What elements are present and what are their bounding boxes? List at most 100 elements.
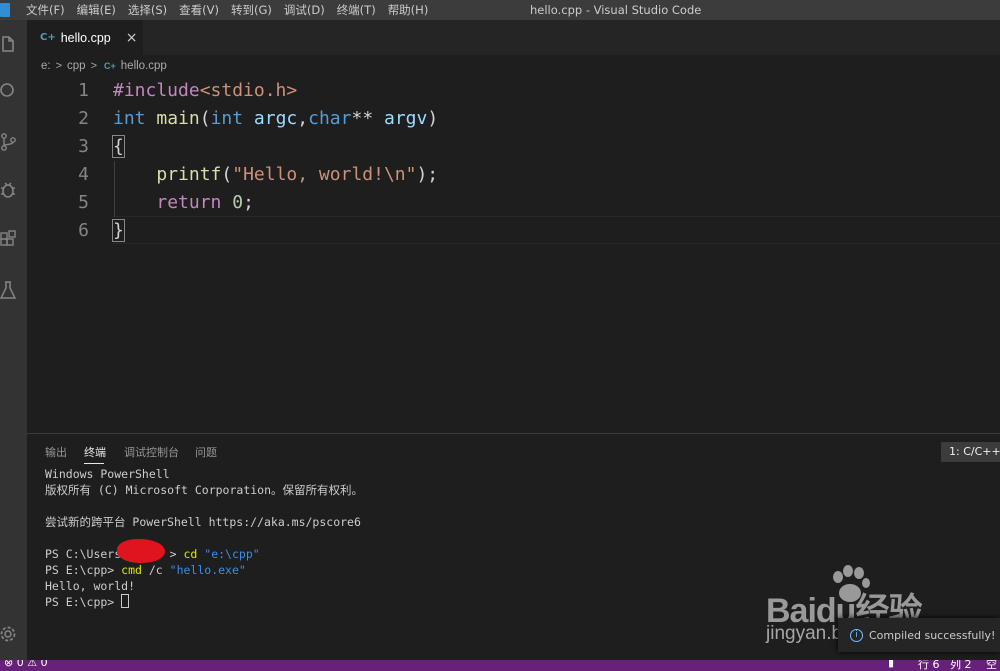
tab-debug-console[interactable]: 调试控制台 bbox=[124, 444, 179, 460]
panel-tabs: 输出 终端 调试控制台 问题 1: C/C++ bbox=[27, 434, 1000, 468]
chevron-right-icon: > bbox=[90, 60, 98, 72]
line-number: 3 bbox=[78, 136, 89, 157]
terminal-text: Hello, world! bbox=[45, 579, 136, 593]
status-bar: ⊗ 0 ⚠ 0 ▮ 行 6 列 2 空 bbox=[0, 660, 1000, 671]
code-token: argc bbox=[253, 108, 298, 129]
terminal-text: "hello.exe" bbox=[169, 563, 246, 577]
code-token: ** bbox=[351, 108, 384, 129]
terminal-line: Windows PowerShell bbox=[45, 466, 170, 482]
indent-status[interactable]: 空 bbox=[986, 660, 997, 671]
code-token: printf bbox=[156, 164, 222, 185]
terminal-line: 版权所有 (C) Microsoft Corporation。保留所有权利。 bbox=[45, 482, 363, 498]
code-token: ( bbox=[221, 164, 233, 185]
line-code[interactable]: printf("Hello, world!\n"); bbox=[113, 161, 438, 189]
menu-edit[interactable]: 编辑(E) bbox=[71, 0, 122, 20]
code-editor[interactable]: 1 #include<stdio.h> 2 int main(int argc,cha… bbox=[27, 77, 1000, 433]
tab-terminal[interactable]: 终端 bbox=[84, 444, 106, 460]
menu-help[interactable]: 帮助(H) bbox=[382, 0, 435, 20]
code-token: ( bbox=[199, 108, 211, 129]
cursor-line-status[interactable]: 行 6 bbox=[918, 660, 940, 671]
terminal-line: 尝试新的跨平台 PowerShell https://aka.ms/pscore… bbox=[45, 514, 361, 530]
notification-bell-icon[interactable]: ▮ bbox=[888, 660, 894, 669]
cursor-column-status[interactable]: 列 2 bbox=[950, 660, 972, 671]
code-token: main bbox=[156, 108, 200, 129]
redaction-scribble bbox=[117, 539, 165, 563]
cpp-file-icon: C+ bbox=[104, 61, 116, 71]
line-code[interactable]: { bbox=[112, 133, 125, 161]
code-line[interactable]: 5 return 0; bbox=[27, 189, 1000, 217]
line-number: 6 bbox=[78, 220, 89, 241]
tab-output[interactable]: 输出 bbox=[45, 444, 67, 460]
line-code[interactable]: #include<stdio.h> bbox=[113, 77, 297, 105]
explorer-icon[interactable] bbox=[0, 34, 16, 54]
code-token: char bbox=[308, 108, 352, 129]
code-line[interactable]: 1 #include<stdio.h> bbox=[27, 77, 1000, 105]
code-line[interactable]: 6} bbox=[27, 217, 1000, 245]
terminal-text: PS E:\cpp> bbox=[45, 595, 122, 609]
close-icon[interactable]: × bbox=[126, 30, 138, 46]
debug-icon[interactable] bbox=[0, 180, 16, 200]
line-number: 2 bbox=[78, 108, 89, 129]
notification-text: Compiled successfully! bbox=[869, 628, 996, 642]
line-code[interactable]: return 0; bbox=[113, 189, 254, 217]
code-token: } bbox=[112, 219, 125, 242]
code-line[interactable]: 4 printf("Hello, world!\n"); bbox=[27, 161, 1000, 189]
menu-file[interactable]: 文件(F) bbox=[20, 0, 71, 20]
breadcrumb-file[interactable]: hello.cpp bbox=[121, 60, 167, 72]
menu-selection[interactable]: 选择(S) bbox=[122, 0, 173, 20]
menu-bar: 文件(F) 编辑(E) 选择(S) 查看(V) 转到(G) 调试(D) 终端(T… bbox=[20, 0, 434, 20]
line-code[interactable]: } bbox=[112, 217, 125, 245]
menu-terminal[interactable]: 终端(T) bbox=[331, 0, 382, 20]
code-token: "Hello, world!\n" bbox=[232, 164, 417, 185]
terminal-text: "e:\cpp" bbox=[204, 547, 260, 561]
title-bar: 文件(F) 编辑(E) 选择(S) 查看(V) 转到(G) 调试(D) 终端(T… bbox=[0, 0, 1000, 20]
code-token: , bbox=[297, 108, 309, 129]
test-flask-icon[interactable] bbox=[0, 280, 16, 300]
code-token: int bbox=[113, 108, 146, 129]
tab-problems[interactable]: 问题 bbox=[195, 444, 217, 460]
code-token: { bbox=[112, 135, 125, 158]
line-code[interactable]: int main(int argc,char** argv) bbox=[113, 105, 438, 133]
editor-tab-strip: C+ hello.cpp × bbox=[27, 20, 1000, 55]
terminal-text: cmd bbox=[121, 563, 142, 577]
search-icon[interactable] bbox=[0, 81, 16, 101]
line-number: 1 bbox=[78, 80, 89, 101]
code-token: return bbox=[156, 192, 222, 213]
extensions-icon[interactable] bbox=[0, 230, 16, 250]
terminal-line: Hello, world! bbox=[45, 578, 135, 594]
menu-debug[interactable]: 调试(D) bbox=[278, 0, 331, 20]
code-token: ); bbox=[416, 164, 439, 185]
code-token: 0 bbox=[232, 192, 244, 213]
info-icon: i bbox=[850, 628, 863, 642]
menu-view[interactable]: 查看(V) bbox=[173, 0, 225, 20]
terminal-text: 尝试新的跨平台 PowerShell https://aka.ms/pscore… bbox=[45, 515, 361, 529]
terminal-text: Windows PowerShell bbox=[45, 467, 170, 481]
activity-bar bbox=[0, 20, 27, 660]
breadcrumb-drive[interactable]: e: bbox=[41, 60, 51, 72]
problems-status[interactable]: ⊗ 0 ⚠ 0 bbox=[4, 660, 48, 669]
terminal-selector[interactable]: 1: C/C++ bbox=[941, 442, 1000, 462]
window-title: hello.cpp - Visual Studio Code bbox=[530, 3, 702, 17]
notification-toast[interactable]: i Compiled successfully! bbox=[838, 618, 1000, 652]
menu-go[interactable]: 转到(G) bbox=[225, 0, 278, 20]
settings-gear-icon[interactable] bbox=[0, 624, 16, 644]
code-token: <stdio.h> bbox=[199, 80, 298, 101]
terminal-text: PS E:\cpp> bbox=[45, 563, 122, 577]
code-token: #include bbox=[113, 80, 200, 101]
code-line[interactable]: 2 int main(int argc,char** argv) bbox=[27, 105, 1000, 133]
cpp-file-icon: C+ bbox=[40, 32, 56, 43]
breadcrumb-folder[interactable]: cpp bbox=[67, 60, 86, 72]
tab-label: hello.cpp bbox=[60, 30, 111, 45]
terminal-line: PS E:\cpp> bbox=[45, 594, 130, 610]
tab-hello-cpp[interactable]: C+ hello.cpp × bbox=[27, 20, 143, 55]
line-number: 5 bbox=[78, 192, 89, 213]
terminal-line: PS E:\cpp> cmd /c "hello.exe" bbox=[45, 562, 246, 578]
source-control-icon[interactable] bbox=[0, 132, 16, 152]
line-number: 4 bbox=[78, 164, 89, 185]
vscode-logo-icon bbox=[0, 3, 10, 17]
code-line[interactable]: 3{ bbox=[27, 133, 1000, 161]
